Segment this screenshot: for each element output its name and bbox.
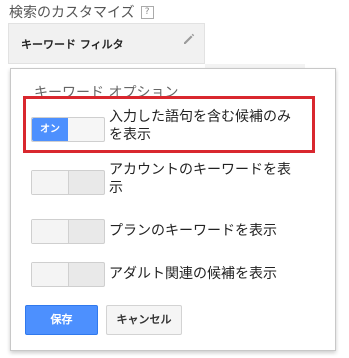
- cancel-button[interactable]: キャンセル: [106, 305, 182, 335]
- option-label-line-1: アカウントのキーワードを表: [109, 162, 291, 178]
- keyword-filter-box[interactable]: キーワード フィルタ: [8, 23, 205, 64]
- option-label: プランのキーワードを表示: [109, 223, 277, 239]
- option-label: アカウントのキーワードを表 示: [109, 161, 291, 197]
- option-label: アダルト関連の候補を表示: [109, 266, 277, 282]
- highlight-box: [23, 96, 315, 153]
- pencil-icon[interactable]: [182, 32, 196, 46]
- page-title: 検索のカスタマイズ: [9, 5, 135, 21]
- keyword-filter-label: キーワード フィルタ: [21, 38, 124, 51]
- toggle-account-keywords[interactable]: [31, 170, 105, 195]
- header: 検索のカスタマイズ ?: [9, 2, 154, 22]
- save-button[interactable]: 保存: [25, 305, 98, 335]
- toggle-plan-keywords[interactable]: [31, 219, 105, 244]
- toggle-adult-ideas[interactable]: [31, 262, 105, 287]
- option-label-line-2: 示: [109, 180, 123, 196]
- help-icon[interactable]: ?: [140, 5, 154, 19]
